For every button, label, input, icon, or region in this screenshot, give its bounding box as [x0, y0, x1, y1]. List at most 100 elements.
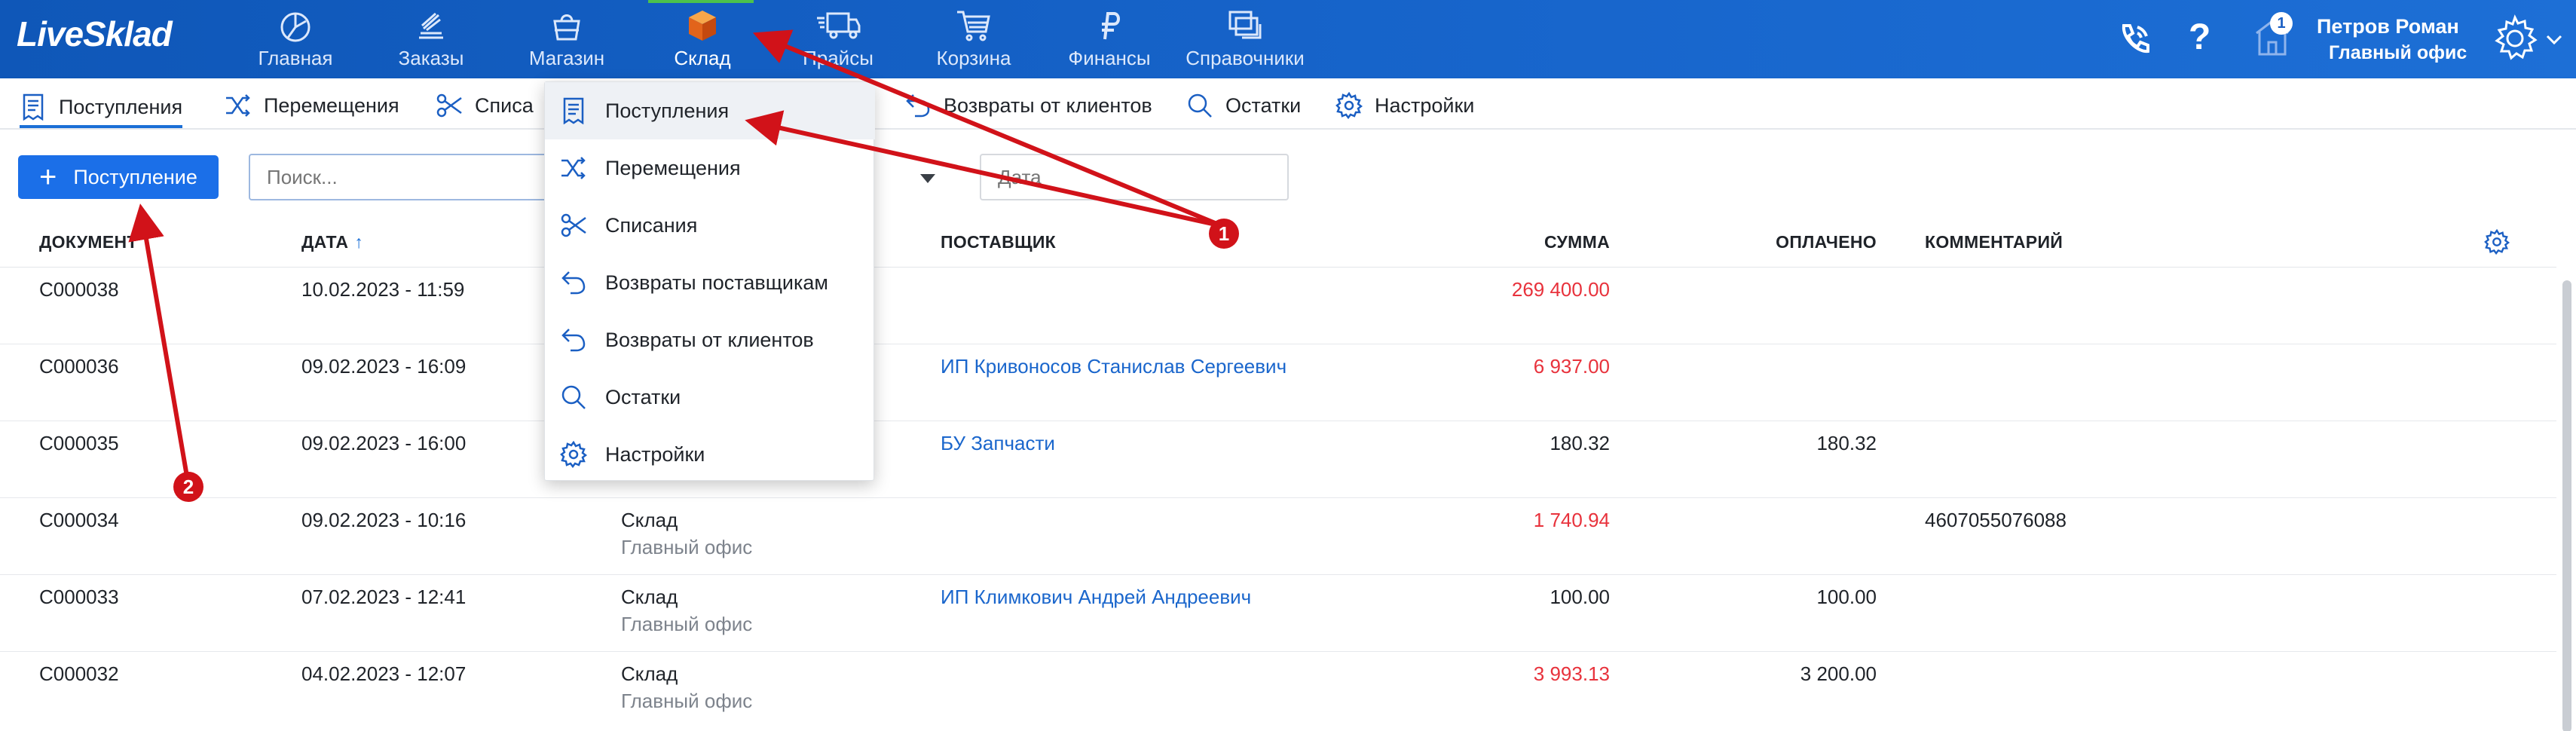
- subnav-item-writeoffs[interactable]: Списа: [436, 90, 534, 121]
- subnav-label: Настройки: [1375, 93, 1475, 117]
- phone-icon[interactable]: [2116, 21, 2152, 57]
- nav-label: Прайсы: [803, 47, 873, 69]
- subnav-item-settings[interactable]: Настройки: [1335, 90, 1474, 121]
- table-row[interactable]: C000036 09.02.2023 - 16:09 ИП Кривоносов…: [0, 344, 2556, 421]
- table-row[interactable]: C000038 10.02.2023 - 11:59 269 400.00: [0, 268, 2556, 344]
- nav-label: Справочники: [1186, 47, 1305, 69]
- notification-badge: 1: [2270, 12, 2293, 35]
- cell-paid: 3 200.00: [1800, 662, 1877, 685]
- user-settings-icon[interactable]: [2490, 14, 2540, 63]
- app-logo[interactable]: LiveSklad: [17, 14, 173, 54]
- plus-icon: +: [39, 161, 57, 194]
- subnav-label: Возвраты от клиентов: [944, 93, 1152, 117]
- cell-document: C000034: [39, 509, 119, 531]
- help-icon[interactable]: ?: [2189, 17, 2210, 58]
- return-icon: [561, 271, 586, 295]
- menu-item-settings[interactable]: Настройки: [545, 426, 875, 483]
- menu-item-label: Списания: [605, 213, 698, 237]
- cell-supplier[interactable]: ИП Климкович Андрей Андреевич: [941, 586, 1251, 609]
- menu-item-stock[interactable]: Остатки: [545, 369, 875, 426]
- date-filter-input[interactable]: [980, 154, 1289, 200]
- truck-icon: [817, 12, 861, 39]
- cell-document: C000033: [39, 586, 119, 608]
- nav-item-warehouse[interactable]: Склад: [635, 8, 770, 74]
- cell-paid: 100.00: [1816, 586, 1877, 608]
- column-header-supplier[interactable]: ПОСТАВЩИК: [941, 232, 1056, 252]
- add-receipt-label: Поступление: [73, 165, 197, 188]
- cell-sum: 100.00: [1550, 586, 1610, 608]
- subnav-item-stock[interactable]: Остатки: [1186, 90, 1301, 121]
- nav-label: Склад: [674, 47, 731, 69]
- warehouse-subnav: Поступления Перемещения Списа Возвраты о…: [0, 78, 2576, 130]
- cell-comment: 4607055076088: [1925, 509, 2067, 531]
- cell-sum: 6 937.00: [1533, 355, 1610, 378]
- subnav-label: Остатки: [1225, 93, 1302, 117]
- cell-document: C000032: [39, 662, 119, 685]
- column-header-date-label: ДАТА: [301, 232, 349, 252]
- column-header-date[interactable]: ДАТА ↑: [301, 232, 363, 252]
- ruble-icon: [1102, 12, 1120, 40]
- column-header-comment[interactable]: КОММЕНТАРИЙ: [1925, 232, 2063, 252]
- column-header-paid[interactable]: ОПЛАЧЕНО: [1726, 232, 1877, 252]
- gear-icon: [1335, 92, 1363, 119]
- menu-item-receipts[interactable]: Поступления: [545, 82, 875, 139]
- cell-warehouse: Склад: [621, 586, 678, 608]
- subnav-label: Перемещения: [264, 93, 399, 117]
- column-header-document[interactable]: ДОКУМЕНТ: [39, 232, 138, 252]
- cell-date: 07.02.2023 - 12:41: [301, 586, 467, 608]
- nav-label: Финансы: [1068, 47, 1151, 69]
- menu-item-writeoffs[interactable]: Списания: [545, 197, 875, 254]
- subnav-item-transfers[interactable]: Перемещения: [225, 90, 399, 121]
- column-header-sum[interactable]: СУММА: [1459, 232, 1610, 252]
- user-name[interactable]: Петров Роман: [2317, 15, 2459, 38]
- directories-icon: [1228, 11, 1262, 39]
- cell-sum: 1 740.94: [1533, 509, 1610, 531]
- nav-label: Заказы: [398, 47, 464, 69]
- nav-item-home[interactable]: Главная: [228, 8, 363, 74]
- scissors-icon: [561, 213, 586, 237]
- receipt-icon: [23, 93, 44, 121]
- cell-office: Главный офис: [621, 613, 753, 635]
- nav-item-directories[interactable]: Справочники: [1177, 8, 1313, 74]
- gear-icon: [560, 441, 587, 468]
- cell-date: 09.02.2023 - 16:09: [301, 355, 467, 378]
- user-office[interactable]: Главный офис: [2329, 42, 2467, 64]
- orders-icon: [419, 12, 443, 39]
- cell-date: 09.02.2023 - 16:00: [301, 432, 467, 454]
- table-row[interactable]: C000032 04.02.2023 - 12:07 Склад Главный…: [0, 652, 2556, 729]
- cell-sum: 180.32: [1550, 432, 1610, 454]
- subnav-item-client-returns[interactable]: Возвраты от клиентов: [904, 90, 1152, 121]
- table-row[interactable]: C000035 09.02.2023 - 16:00 БУ Запчасти 1…: [0, 421, 2556, 498]
- menu-item-label: Настройки: [605, 442, 705, 466]
- cell-supplier[interactable]: БУ Запчасти: [941, 432, 1055, 455]
- search-input[interactable]: [249, 154, 565, 200]
- cell-sum: 3 993.13: [1533, 662, 1610, 685]
- menu-item-label: Поступления: [605, 99, 730, 122]
- receipt-icon: [563, 97, 584, 124]
- subnav-item-receipts[interactable]: Поступления: [20, 89, 183, 128]
- nav-item-prices[interactable]: Прайсы: [770, 8, 906, 74]
- nav-item-finance[interactable]: Финансы: [1042, 8, 1177, 74]
- menu-item-label: Возвраты от клиентов: [605, 328, 814, 351]
- nav-item-orders[interactable]: Заказы: [363, 8, 499, 74]
- subnav-label: Списа: [475, 93, 534, 117]
- table-row[interactable]: C000034 09.02.2023 - 10:16 Склад Главный…: [0, 498, 2556, 575]
- cell-supplier[interactable]: ИП Кривоносов Станислав Сергеевич: [941, 355, 1286, 378]
- warehouse-dropdown-menu: Поступления Перемещения Списания Возврат…: [544, 81, 875, 483]
- nav-item-shop[interactable]: Магазин: [499, 8, 635, 74]
- column-settings-gear-icon[interactable]: [2484, 229, 2510, 255]
- menu-item-supplier-returns[interactable]: Возвраты поставщикам: [545, 254, 875, 311]
- shop-bag-icon: [553, 14, 580, 41]
- table-scrollbar[interactable]: [2562, 280, 2571, 731]
- table-row[interactable]: C000033 07.02.2023 - 12:41 Склад Главный…: [0, 575, 2556, 652]
- sort-ascending-icon[interactable]: ↑: [354, 232, 363, 252]
- search-icon: [561, 385, 586, 409]
- nav-item-cart[interactable]: Корзина: [906, 8, 1042, 74]
- chevron-down-icon[interactable]: [2546, 35, 2562, 45]
- chevron-down-icon[interactable]: [919, 173, 936, 184]
- menu-item-client-returns[interactable]: Возвраты от клиентов: [545, 311, 875, 369]
- menu-item-label: Перемещения: [605, 156, 741, 179]
- cell-paid: 180.32: [1816, 432, 1877, 454]
- menu-item-transfers[interactable]: Перемещения: [545, 139, 875, 197]
- add-receipt-button[interactable]: + Поступление: [18, 155, 219, 199]
